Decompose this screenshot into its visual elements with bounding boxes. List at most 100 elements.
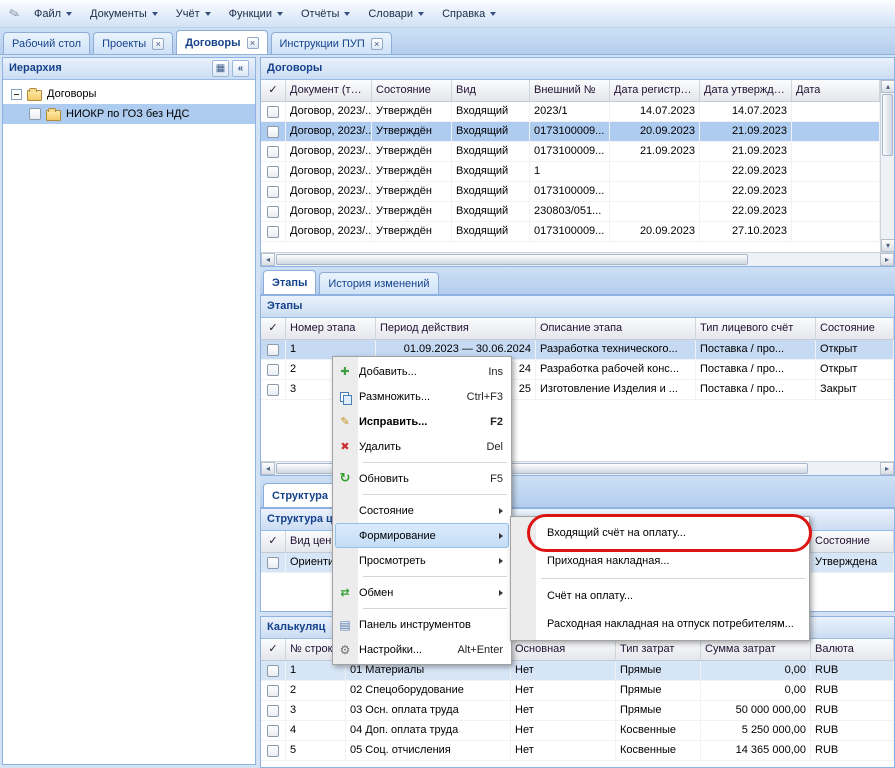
scroll-right-icon[interactable] bbox=[880, 462, 894, 475]
scrollbar-thumb[interactable] bbox=[882, 94, 893, 156]
tab-change-history[interactable]: История изменений bbox=[319, 272, 438, 294]
tab-instructions[interactable]: Инструкции ПУП bbox=[271, 32, 392, 54]
scrollbar-thumb[interactable] bbox=[276, 254, 748, 265]
menu-item-settings[interactable]: Настройки... Alt+Enter bbox=[335, 637, 509, 662]
column-header-stage-number[interactable]: Номер этапа bbox=[286, 318, 376, 339]
column-header-check[interactable]: ✓ bbox=[261, 531, 286, 552]
close-icon[interactable] bbox=[152, 38, 164, 50]
scroll-left-icon[interactable] bbox=[261, 462, 275, 475]
row-checkbox[interactable] bbox=[267, 745, 279, 757]
menu-item-exchange[interactable]: Обмен bbox=[335, 580, 509, 605]
row-checkbox[interactable] bbox=[267, 186, 279, 198]
calc-row[interactable]: 4 04 Доп. оплата труда Нет Косвенные 5 2… bbox=[261, 721, 894, 741]
collapse-panel-icon[interactable] bbox=[232, 60, 249, 77]
row-checkbox[interactable] bbox=[267, 206, 279, 218]
column-header-document[interactable]: Документ (тип, № bbox=[286, 80, 372, 101]
menu-item-duplicate[interactable]: Размножить... Ctrl+F3 bbox=[335, 384, 509, 409]
column-header-state[interactable]: Состояние bbox=[816, 318, 894, 339]
tree-checkbox[interactable] bbox=[29, 108, 41, 120]
row-checkbox[interactable] bbox=[267, 126, 279, 138]
row-checkbox[interactable] bbox=[267, 705, 279, 717]
row-checkbox[interactable] bbox=[267, 384, 279, 396]
column-header-cost-type[interactable]: Тип затрат bbox=[616, 639, 701, 660]
column-header-kind[interactable]: Вид bbox=[452, 80, 530, 101]
scroll-right-icon[interactable] bbox=[880, 253, 894, 266]
menu-shortcut: F2 bbox=[490, 416, 503, 428]
row-checkbox[interactable] bbox=[267, 685, 279, 697]
menubar-item-accounting[interactable]: Учёт bbox=[168, 4, 219, 24]
tree-item-niokr[interactable]: НИОКР по ГОЗ без НДС bbox=[3, 104, 255, 124]
horizontal-scrollbar[interactable] bbox=[261, 252, 894, 266]
menubar-item-help[interactable]: Справка bbox=[434, 4, 504, 24]
hierarchy-options-icon[interactable] bbox=[212, 60, 229, 77]
column-header-description[interactable]: Описание этапа bbox=[536, 318, 696, 339]
calc-row[interactable]: 2 02 Спецоборудование Нет Прямые 0,00 RU… bbox=[261, 681, 894, 701]
row-checkbox[interactable] bbox=[267, 557, 279, 569]
tab-stages[interactable]: Этапы bbox=[263, 270, 316, 294]
contract-row[interactable]: Договор, 2023/... Утверждён Входящий 202… bbox=[261, 102, 894, 122]
menubar-item-dictionaries[interactable]: Словари bbox=[360, 4, 432, 24]
column-header-account-type[interactable]: Тип лицевого счёт bbox=[696, 318, 816, 339]
tab-contracts[interactable]: Договоры bbox=[176, 30, 267, 54]
menubar-item-file[interactable]: Файл bbox=[26, 4, 80, 24]
scroll-left-icon[interactable] bbox=[261, 253, 275, 266]
column-header-cost-sum[interactable]: Сумма затрат bbox=[701, 639, 811, 660]
contract-row[interactable]: Договор, 2023/... Утверждён Входящий 017… bbox=[261, 182, 894, 202]
column-header-state[interactable]: Состояние bbox=[372, 80, 452, 101]
row-checkbox[interactable] bbox=[267, 344, 279, 356]
column-header-registration-date[interactable]: Дата регистрации bbox=[610, 80, 700, 101]
menu-item-refresh[interactable]: Обновить F5 bbox=[335, 466, 509, 491]
column-header-check[interactable]: ✓ bbox=[261, 80, 286, 101]
vertical-scrollbar[interactable] bbox=[880, 80, 894, 252]
contract-row[interactable]: Договор, 2023/... Утверждён Входящий 230… bbox=[261, 202, 894, 222]
tree-item-contracts[interactable]: Договоры bbox=[3, 84, 255, 104]
row-checkbox[interactable] bbox=[267, 364, 279, 376]
tab-desktop[interactable]: Рабочий стол bbox=[3, 32, 90, 54]
column-header-check[interactable]: ✓ bbox=[261, 318, 286, 339]
menu-item-edit[interactable]: Исправить... F2 bbox=[335, 409, 509, 434]
contract-row[interactable]: Договор, 2023/... Утверждён Входящий 017… bbox=[261, 142, 894, 162]
column-header-external-number[interactable]: Внешний № bbox=[530, 80, 610, 101]
menu-item-add[interactable]: Добавить... Ins bbox=[335, 359, 509, 384]
menu-item-state[interactable]: Состояние bbox=[335, 498, 509, 523]
scroll-up-icon[interactable] bbox=[881, 80, 895, 93]
column-header-currency[interactable]: Валюта bbox=[811, 639, 894, 660]
tab-structure[interactable]: Структура bbox=[263, 483, 337, 507]
row-checkbox[interactable] bbox=[267, 146, 279, 158]
contract-row[interactable]: Договор, 2023/... Утверждён Входящий 017… bbox=[261, 122, 894, 142]
column-header-period[interactable]: Период действия bbox=[376, 318, 536, 339]
menu-item-delete[interactable]: Удалить Del bbox=[335, 434, 509, 459]
column-header-check[interactable]: ✓ bbox=[261, 639, 286, 660]
column-header-main[interactable]: Основная bbox=[511, 639, 616, 660]
close-icon[interactable] bbox=[371, 38, 383, 50]
row-checkbox[interactable] bbox=[267, 725, 279, 737]
blank-icon bbox=[336, 553, 354, 569]
collapse-node-icon[interactable] bbox=[11, 89, 22, 100]
calc-row[interactable]: 5 05 Соц. отчисления Нет Косвенные 14 36… bbox=[261, 741, 894, 761]
submenu-item-receipt-note[interactable]: Приходная накладная... bbox=[513, 547, 807, 575]
row-checkbox[interactable] bbox=[267, 226, 279, 238]
contract-row[interactable]: Договор, 2023/... Утверждён Входящий 017… bbox=[261, 222, 894, 242]
scroll-down-icon[interactable] bbox=[881, 239, 895, 252]
row-checkbox[interactable] bbox=[267, 665, 279, 677]
row-checkbox[interactable] bbox=[267, 106, 279, 118]
menubar-item-reports[interactable]: Отчёты bbox=[293, 4, 358, 24]
tab-projects[interactable]: Проекты bbox=[93, 32, 173, 54]
submenu-item-incoming-invoice[interactable]: Входящий счёт на оплату... bbox=[513, 519, 807, 547]
cell-kind: Входящий bbox=[452, 122, 530, 141]
menu-item-label: Панель инструментов bbox=[359, 619, 503, 631]
column-header-approval-date[interactable]: Дата утверждения bbox=[700, 80, 792, 101]
menu-item-generate[interactable]: Формирование bbox=[335, 523, 509, 548]
menubar-item-documents[interactable]: Документы bbox=[82, 4, 166, 24]
column-header-date[interactable]: Дата bbox=[792, 80, 880, 101]
menubar-item-functions[interactable]: Функции bbox=[221, 4, 291, 24]
column-header-state[interactable]: Состояние bbox=[811, 531, 894, 552]
calc-row[interactable]: 3 03 Осн. оплата труда Нет Прямые 50 000… bbox=[261, 701, 894, 721]
submenu-item-issue-note[interactable]: Расходная накладная на отпуск потребител… bbox=[513, 610, 807, 638]
contract-row[interactable]: Договор, 2023/... Утверждён Входящий 1 2… bbox=[261, 162, 894, 182]
menu-item-toolbar[interactable]: Панель инструментов bbox=[335, 612, 509, 637]
submenu-item-payment-invoice[interactable]: Счёт на оплату... bbox=[513, 582, 807, 610]
close-icon[interactable] bbox=[247, 37, 259, 49]
row-checkbox[interactable] bbox=[267, 166, 279, 178]
menu-item-view[interactable]: Просмотреть bbox=[335, 548, 509, 573]
